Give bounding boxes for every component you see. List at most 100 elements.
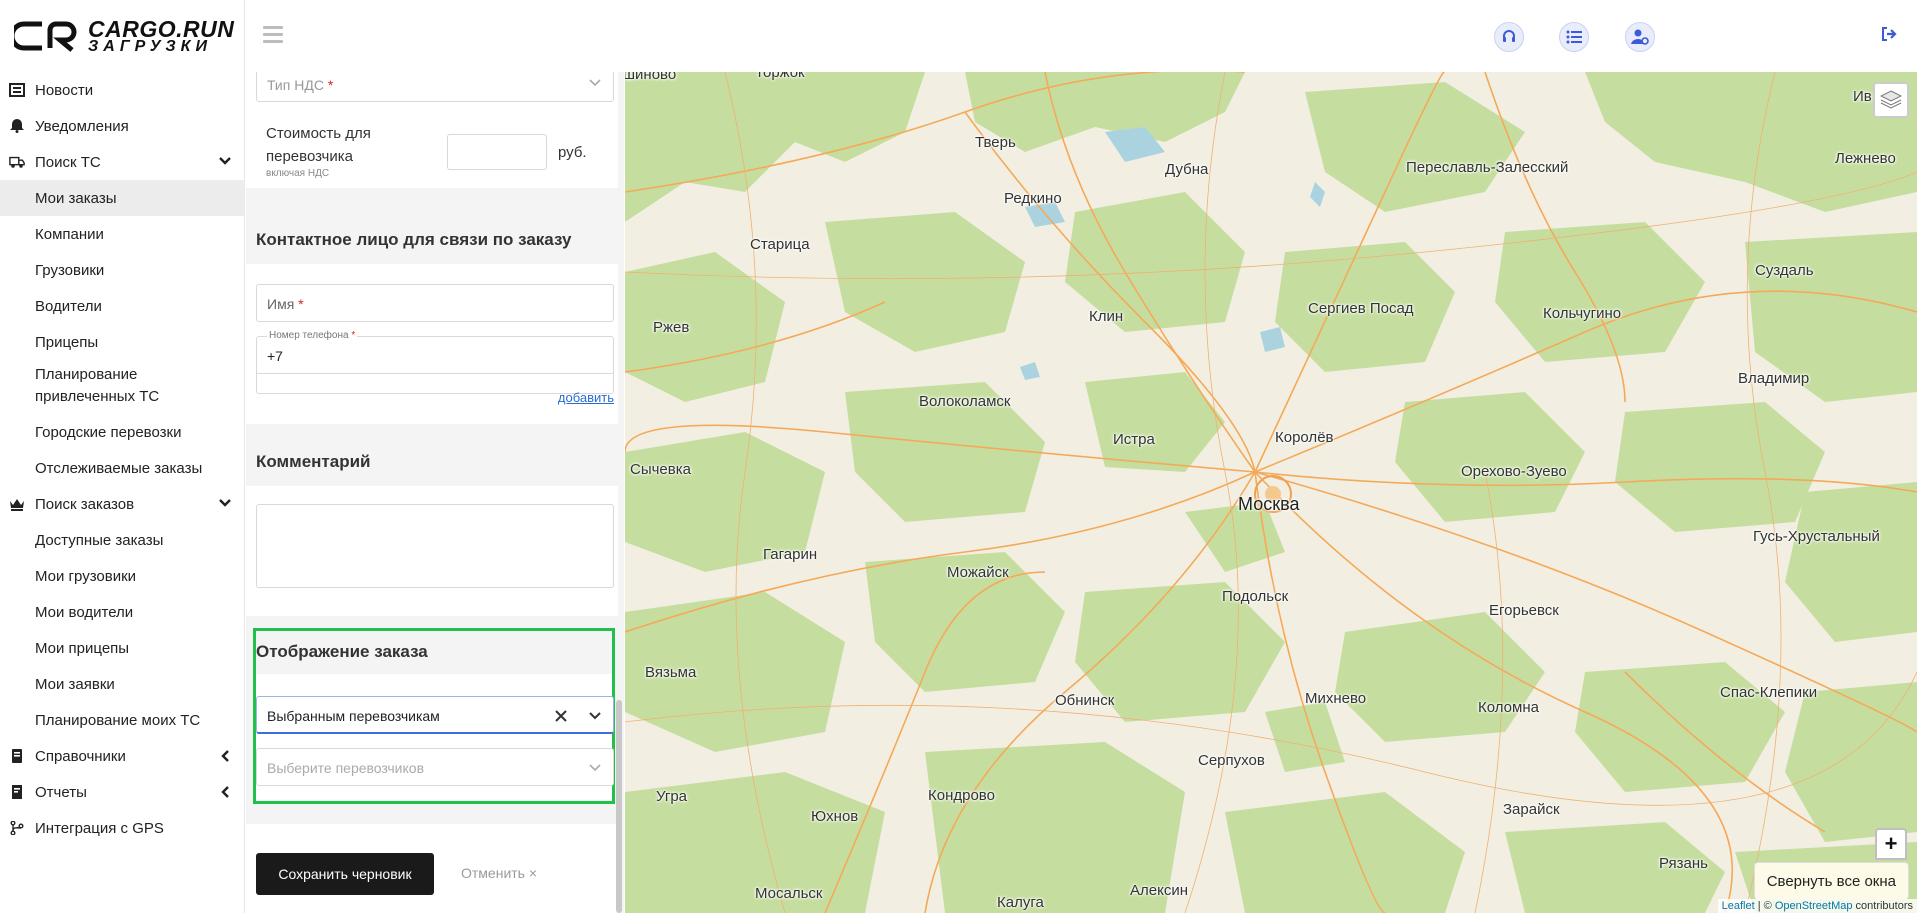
vat-type-select[interactable]: Тип НДС * (256, 72, 614, 102)
map-city-label: Серпухов (1198, 752, 1265, 769)
attribution-tail: contributors (1852, 900, 1913, 912)
map-city-label: Вязьма (645, 664, 697, 681)
map-city-label: Волоколамск (919, 393, 1011, 410)
leaflet-link[interactable]: Leaflet (1722, 900, 1755, 912)
map-city-label: шиново (625, 72, 677, 83)
zoom-in-button[interactable]: + (1875, 828, 1907, 860)
form-scrollbar[interactable] (616, 700, 622, 913)
sidebar-item-label: Справочники (35, 747, 126, 765)
sidebar-item-label: Доступные заказы (35, 531, 164, 549)
sidebar-item-label: Планирование привлеченных ТС (35, 366, 160, 405)
map-city-label: Угра (656, 788, 688, 805)
map-city-label: Редкино (1004, 190, 1062, 207)
comment-textarea[interactable] (256, 504, 614, 588)
sidebar-item-order-search[interactable]: Поиск заказов (0, 486, 245, 522)
sidebar-item-label: Мои заказы (35, 189, 117, 207)
contact-section-title: Контактное лицо для связи по заказу (256, 230, 572, 249)
sidebar-item-vehicle-search[interactable]: Поиск ТС (0, 144, 245, 180)
sidebar-item-tracked-orders[interactable]: Отслеживаемые заказы (0, 450, 245, 486)
order-form: Тип НДС * Стоимость для перевозчика вклю… (246, 72, 624, 913)
carriers-select[interactable]: Выберите перевозчиков (256, 748, 614, 786)
sidebar-item-label: Грузовики (35, 261, 105, 279)
chevron-left-icon (221, 786, 229, 798)
sidebar-item-planning-hired[interactable]: Планирование привлеченных ТС (0, 364, 245, 408)
logout-icon[interactable] (1881, 26, 1897, 47)
vat-type-placeholder: Тип НДС (267, 77, 324, 93)
map-city-label: Можайск (947, 564, 1009, 581)
map-attribution: Leaflet | © OpenStreetMap contributors (1717, 899, 1917, 913)
sidebar-item-label: Водители (35, 297, 102, 315)
sidebar-item-trucks[interactable]: Грузовики (0, 252, 245, 288)
map-city-label: Зарайск (1503, 801, 1560, 818)
map-city-label: Алексин (1130, 882, 1188, 899)
user-settings-icon[interactable] (1625, 22, 1655, 52)
branch-icon (10, 821, 24, 835)
sidebar-item-available-orders[interactable]: Доступные заказы (0, 522, 245, 558)
osm-link[interactable]: OpenStreetMap (1775, 900, 1853, 912)
map-city-label: Мосальск (755, 885, 823, 902)
name-input[interactable]: Имя * (256, 284, 614, 322)
sidebar-item-label: Отчеты (35, 783, 87, 801)
sidebar-item-planning-my[interactable]: Планирование моих ТС (0, 702, 245, 738)
name-placeholder: Имя (267, 296, 295, 312)
clear-icon[interactable] (555, 710, 567, 722)
phone-input[interactable]: Номер телефона * +7 (256, 330, 614, 374)
list-icon[interactable] (1559, 22, 1589, 52)
hamburger-menu-icon[interactable] (263, 26, 283, 44)
sidebar: Новости Уведомления Поиск ТС Мои заказы … (0, 72, 245, 913)
sidebar-item-directories[interactable]: Справочники (0, 738, 245, 774)
bell-icon (10, 119, 24, 133)
carrier-cost-label: Стоимость для перевозчика (266, 125, 371, 165)
display-mode-select[interactable]: Выбранным перевозчикам (256, 696, 614, 734)
map-city-label: Кольчугино (1543, 305, 1622, 322)
sidebar-item-label: Отслеживаемые заказы (35, 459, 203, 477)
save-draft-button[interactable]: Сохранить черновик (256, 853, 434, 895)
map-city-label: Истра (1113, 431, 1155, 448)
map-city-label: Спас-Клепики (1720, 684, 1818, 701)
sidebar-item-label: Мои прицепы (35, 639, 130, 657)
sidebar-item-my-trailers[interactable]: Мои прицепы (0, 630, 245, 666)
logo[interactable]: CARGO.RUN ЗАГРУЗКИ (0, 0, 245, 72)
map-city-label: Гусь-Хрустальный (1753, 528, 1880, 545)
map-city-label: Тверь (975, 134, 1016, 151)
order-display-title: Отображение заказа (256, 642, 428, 661)
sidebar-item-my-orders[interactable]: Мои заказы (0, 180, 245, 216)
sidebar-item-news[interactable]: Новости (0, 72, 245, 108)
map-city-label: Сычевка (630, 461, 691, 478)
map-city-label: Торжок (755, 72, 805, 81)
sidebar-item-notifications[interactable]: Уведомления (0, 108, 245, 144)
add-contact-link[interactable]: добавить (558, 390, 614, 405)
logo-subtitle: ЗАГРУЗКИ (88, 38, 212, 55)
newspaper-icon (9, 83, 25, 97)
sidebar-item-reports[interactable]: Отчеты (0, 774, 245, 810)
crown-icon (10, 499, 24, 511)
sidebar-item-companies[interactable]: Компании (0, 216, 245, 252)
chevron-down-icon (219, 499, 231, 507)
map-city-label: Владимир (1738, 370, 1810, 387)
sidebar-item-city-transport[interactable]: Городские перевозки (0, 414, 245, 450)
map-city-label: Егорьевск (1489, 602, 1559, 619)
currency-label: руб. (558, 144, 587, 161)
map-layers-button[interactable] (1873, 82, 1909, 118)
map-city-label: Юхнов (811, 808, 859, 825)
cancel-button[interactable]: Отменить × (461, 865, 537, 881)
map-city-label: Михнево (1305, 690, 1367, 707)
map-city-label: Королёв (1275, 429, 1334, 446)
sidebar-item-my-drivers[interactable]: Мои водители (0, 594, 245, 630)
sidebar-item-label: Планирование моих ТС (35, 711, 201, 729)
chevron-down-icon[interactable] (589, 712, 601, 720)
sidebar-item-drivers[interactable]: Водители (0, 288, 245, 324)
headset-icon[interactable] (1494, 22, 1524, 52)
map-city-label: Кондрово (928, 787, 995, 804)
collapse-all-windows-button[interactable]: Свернуть все окна (1753, 862, 1909, 900)
sidebar-item-my-trucks[interactable]: Мои грузовики (0, 558, 245, 594)
map-city-label: Суздаль (1755, 262, 1814, 279)
sidebar-item-trailers[interactable]: Прицепы (0, 324, 245, 360)
sidebar-item-label: Мои водители (35, 603, 134, 621)
map[interactable]: шиново Торжок Тверь Редкино Дубна Пересл… (625, 72, 1917, 913)
top-header (245, 0, 1917, 72)
display-mode-value: Выбранным перевозчикам (267, 708, 440, 724)
carrier-cost-input[interactable] (447, 134, 547, 170)
sidebar-item-my-requests[interactable]: Мои заявки (0, 666, 245, 702)
sidebar-item-gps-integration[interactable]: Интеграция с GPS (0, 810, 245, 846)
